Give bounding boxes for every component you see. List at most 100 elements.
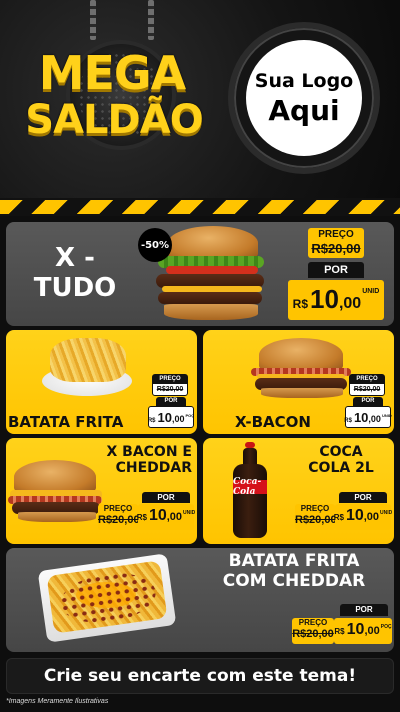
logo-text-line1: Sua Logo (254, 69, 354, 92)
tomato (166, 266, 258, 274)
price-tag: POR PREÇO R$20,00 R$ 10 ,00 UNID (295, 492, 393, 540)
new-price: R$ 10 ,00 UNID (344, 406, 392, 428)
por-label: POR (353, 397, 383, 406)
price-currency: R$ (333, 513, 344, 522)
cta-banner[interactable]: Crie seu encarte com este tema! (6, 658, 394, 694)
bun-top (259, 338, 343, 372)
price-cents: ,00 (338, 295, 362, 312)
old-price-value: R$20,00 (311, 241, 361, 256)
new-price: R$ 10 ,00 POÇ (148, 406, 194, 428)
old-price-label: PREÇO (350, 375, 384, 384)
old-price-box: PREÇO R$20,00 (295, 504, 337, 530)
price-unit: UNID (380, 510, 393, 516)
product-card-x-bacon[interactable]: X-BACON PREÇO R$20,00 POR R$ 10 ,00 UNID (203, 330, 394, 434)
old-price-value: R$20,00 (292, 628, 334, 640)
product-card-x-bacon-cheddar[interactable]: X BACON E CHEDDAR POR PREÇO R$20,00 R$ 1… (6, 438, 197, 544)
price-cents: ,00 (368, 414, 381, 424)
product-card-x-tudo[interactable]: X - TUDO -50% PREÇO R$20,00 POR R$ 10 ,0… (6, 222, 394, 326)
logo-text-line2: Aqui (268, 93, 340, 127)
patty (158, 292, 262, 304)
new-price: R$ 10 ,00 UNID (136, 504, 196, 530)
old-price-box: PREÇO R$20,00 (152, 374, 188, 396)
product-name-line2: COLA 2L (308, 460, 374, 477)
new-price: R$ 10 ,00 UNID (333, 504, 393, 530)
price-unit: UNID (183, 510, 196, 516)
price-currency: R$ (147, 418, 156, 424)
product-name-line2: TUDO (33, 272, 117, 303)
por-label: POR (339, 492, 387, 503)
old-price-box: PREÇO R$20,00 (349, 374, 385, 396)
product-name-line1: X BACON E (106, 444, 192, 460)
price-unit: POÇ (380, 624, 392, 630)
bottle-label: Coca-Cola (233, 477, 267, 497)
old-price-value: R$20,00 (98, 514, 140, 526)
por-label: POR (142, 492, 190, 503)
bottle-body (233, 464, 267, 538)
price-tag: PREÇO R$20,00 POR R$ 10 ,00 UNID (288, 228, 388, 322)
price-currency: R$ (136, 513, 147, 522)
chain-decoration (90, 0, 96, 40)
price-tag: POR PREÇO R$20,00 R$ 10 ,00 POÇ (292, 604, 392, 648)
price-cents: ,00 (363, 511, 380, 523)
logo-badge[interactable]: Sua Logo Aqui (228, 22, 380, 174)
por-label: POR (156, 397, 186, 406)
old-price-value: R$20,00 (295, 514, 337, 526)
price-integer: 10 (157, 410, 172, 425)
product-name-line2: CHEDDAR (115, 460, 192, 477)
bun-bottom (18, 512, 96, 522)
por-label: POR (308, 262, 364, 278)
price-integer: 10 (310, 284, 339, 314)
por-label: POR (340, 604, 388, 616)
price-cents: ,00 (166, 511, 183, 523)
discount-badge: -50% (138, 228, 172, 262)
chain-decoration (148, 0, 154, 40)
price-currency: R$ (344, 418, 352, 424)
price-tag: PREÇO R$20,00 POR R$ 10 ,00 UNID (344, 374, 392, 430)
price-unit: POÇ (185, 413, 195, 418)
price-integer: 10 (345, 507, 364, 524)
header-banner: MEGA SALDÃO Sua Logo Aqui (0, 0, 400, 198)
fries (50, 338, 126, 382)
old-price-label: PREÇO (103, 504, 133, 513)
price-integer: 10 (346, 621, 365, 638)
old-price-label: PREÇO (318, 229, 354, 240)
product-card-batata-frita[interactable]: BATATA FRITA PREÇO R$20,00 POR R$ 10 ,00… (6, 330, 197, 434)
product-name: X-BACON (235, 413, 311, 431)
old-price-label: PREÇO (298, 618, 328, 627)
price-integer: 10 (148, 507, 167, 524)
old-price-label: PREÇO (300, 504, 330, 513)
headline-mega: MEGA (38, 46, 187, 100)
product-name: X - TUDO (16, 243, 134, 304)
price-unit: UNID (362, 288, 380, 295)
old-price-box: PREÇO R$20,00 (98, 504, 140, 530)
price-currency: R$ (292, 297, 309, 311)
price-integer: 10 (353, 410, 369, 425)
product-name: COCA COLA 2L (295, 444, 387, 476)
bun-top (168, 226, 258, 260)
bun-bottom (261, 388, 343, 398)
product-name: BATATA FRITA COM CHEDDAR (196, 551, 392, 591)
product-name-line1: X - (55, 243, 95, 273)
new-price: R$ 10 ,00 UNID (288, 280, 384, 320)
headline-saldao: SALDÃO (25, 97, 203, 143)
logo-placeholder: Sua Logo Aqui (246, 40, 362, 156)
old-price-value: R$20,00 (353, 386, 381, 393)
price-cents: ,00 (171, 414, 185, 424)
price-unit: UNID (381, 413, 392, 418)
bun-bottom (164, 304, 258, 320)
bun-top (14, 460, 96, 494)
price-tag: PREÇO R$20,00 POR R$ 10 ,00 POÇ (148, 374, 194, 430)
product-name-line2: COM CHEDDAR (222, 570, 366, 591)
price-currency: R$ (334, 627, 345, 636)
new-price: R$ 10 ,00 POÇ (334, 618, 392, 644)
product-name-line1: COCA (319, 444, 363, 460)
old-price-value: R$20,00 (156, 386, 184, 393)
price-cents: ,00 (364, 625, 380, 637)
product-name: X BACON E CHEDDAR (96, 444, 192, 476)
disclaimer-text: *Imagens Meramente Ilustrativas (6, 698, 109, 705)
product-card-coca-cola[interactable]: Coca-Cola COCA COLA 2L POR PREÇO R$20,00… (203, 438, 394, 544)
old-price-box: PREÇO R$20,00 (308, 228, 364, 258)
price-tag: POR PREÇO R$20,00 R$ 10 ,00 UNID (98, 492, 196, 540)
product-name: BATATA FRITA (8, 413, 124, 431)
product-card-batata-cheddar[interactable]: BATATA FRITA COM CHEDDAR POR PREÇO R$20,… (6, 548, 394, 652)
